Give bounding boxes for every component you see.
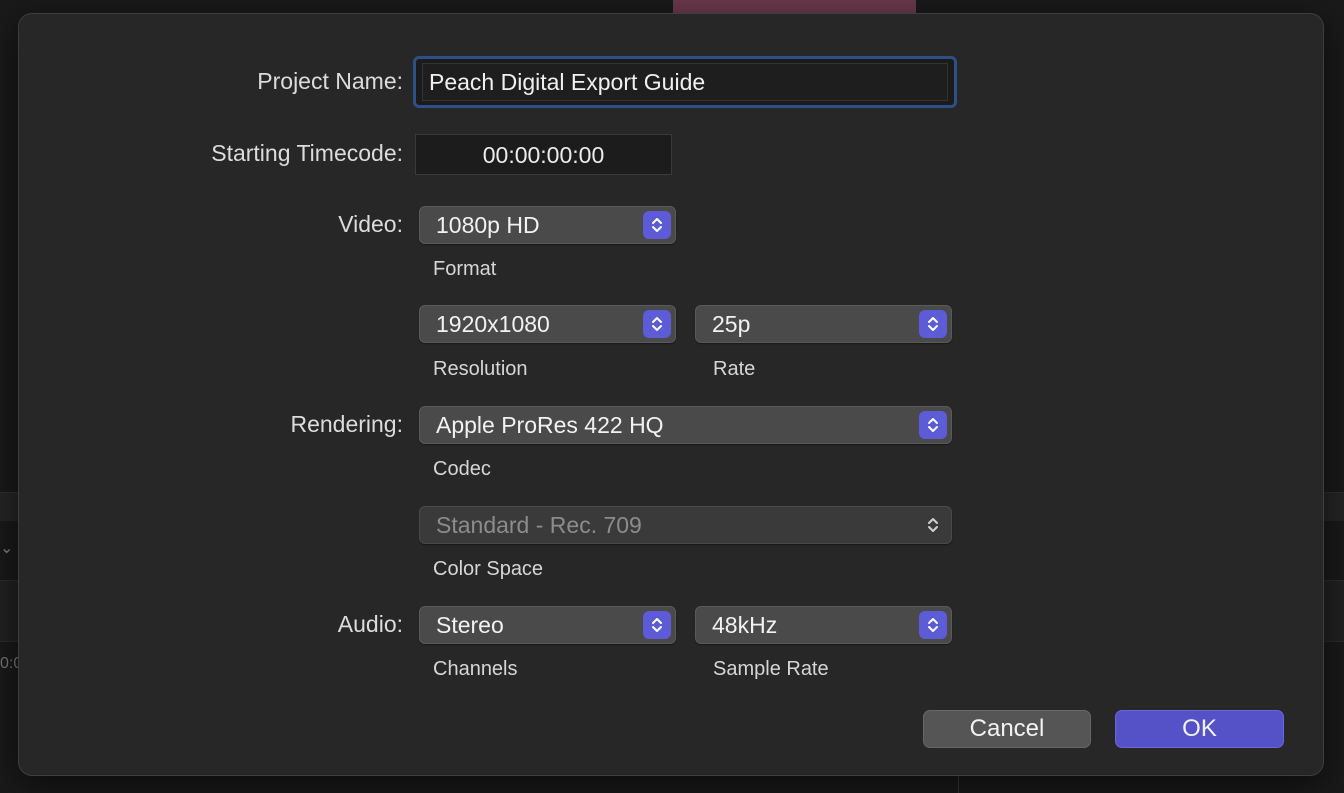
- chevron-up-down-icon: [643, 310, 671, 338]
- video-label: Video:: [338, 211, 403, 237]
- color-space-caption: Color Space: [433, 558, 544, 580]
- chevron-up-down-icon: [919, 310, 947, 338]
- starting-timecode-field[interactable]: 00:00:00:00: [415, 134, 672, 175]
- rendering-label: Rendering:: [290, 411, 403, 437]
- ok-button[interactable]: OK: [1115, 710, 1284, 748]
- color-space-popup: Standard - Rec. 709: [419, 506, 952, 544]
- starting-timecode-label: Starting Timecode:: [211, 140, 403, 166]
- format-caption: Format: [433, 258, 497, 280]
- resolution-caption: Resolution: [433, 358, 528, 380]
- project-name-field[interactable]: Peach Digital Export Guide: [413, 56, 957, 108]
- background-clip-thumbnail: [673, 0, 916, 14]
- codec-popup[interactable]: Apple ProRes 422 HQ: [419, 406, 952, 444]
- background-chevron-icon: ⌄: [0, 540, 14, 557]
- rate-value: 25p: [712, 311, 751, 337]
- resolution-value: 1920x1080: [436, 311, 550, 337]
- channels-value: Stereo: [436, 612, 504, 638]
- rate-caption: Rate: [713, 358, 756, 380]
- chevron-up-down-icon: [643, 211, 671, 239]
- resolution-popup[interactable]: 1920x1080: [419, 305, 676, 343]
- chevron-up-down-icon: [919, 411, 947, 439]
- format-value: 1080p HD: [436, 212, 540, 238]
- chevron-up-down-icon: [919, 611, 947, 639]
- sample-rate-popup[interactable]: 48kHz: [695, 606, 952, 644]
- chevron-up-down-icon: [643, 611, 671, 639]
- project-name-label: Project Name:: [257, 68, 403, 94]
- cancel-button[interactable]: Cancel: [923, 710, 1091, 748]
- project-name-value[interactable]: Peach Digital Export Guide: [422, 63, 948, 101]
- sample-rate-caption: Sample Rate: [713, 658, 829, 680]
- project-settings-dialog: Project Name: Peach Digital Export Guide…: [18, 13, 1324, 776]
- chevron-up-down-icon: [919, 511, 947, 539]
- format-popup[interactable]: 1080p HD: [419, 206, 676, 244]
- codec-caption: Codec: [433, 458, 491, 480]
- sample-rate-value: 48kHz: [712, 612, 778, 638]
- channels-caption: Channels: [433, 658, 518, 680]
- channels-popup[interactable]: Stereo: [419, 606, 676, 644]
- audio-label: Audio:: [337, 611, 403, 637]
- rate-popup[interactable]: 25p: [695, 305, 952, 343]
- codec-value: Apple ProRes 422 HQ: [436, 412, 664, 438]
- color-space-value: Standard - Rec. 709: [436, 512, 642, 538]
